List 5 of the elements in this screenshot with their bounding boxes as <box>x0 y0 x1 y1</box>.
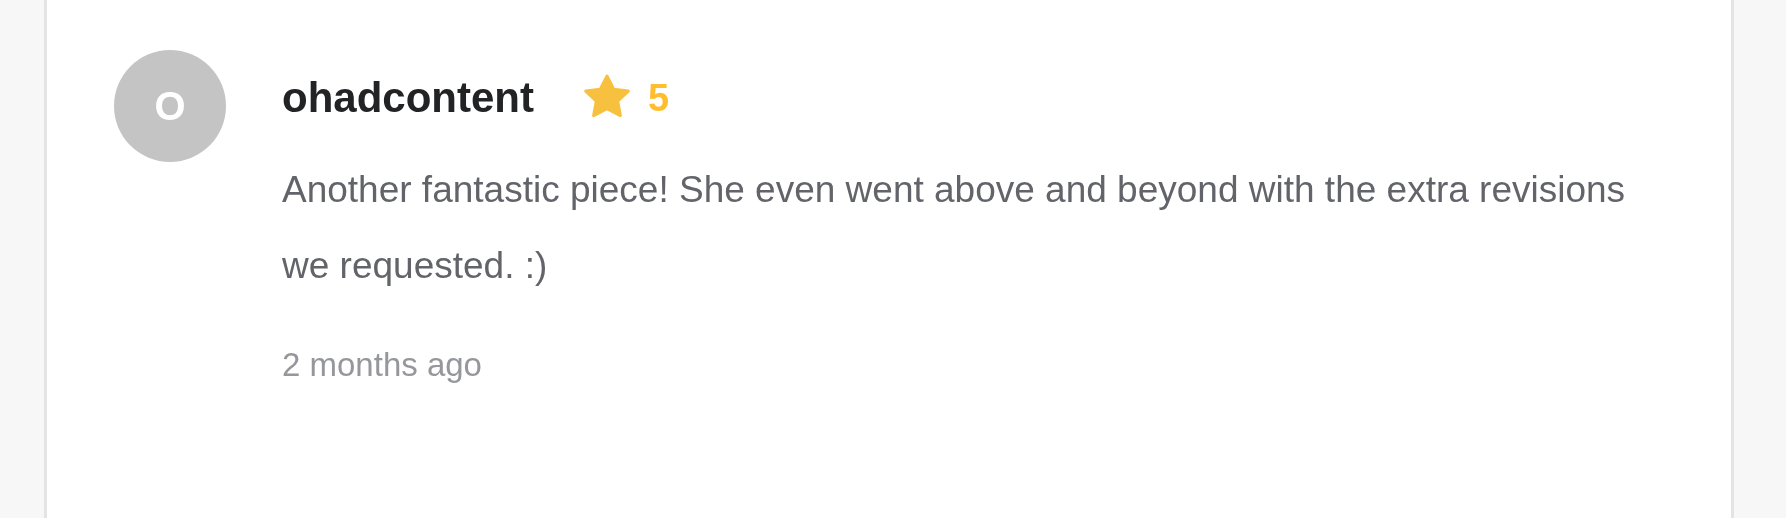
review-time: 2 months ago <box>282 345 483 385</box>
avatar: O <box>114 50 226 162</box>
rating-value: 5 <box>648 79 670 117</box>
review-text: Another fantastic piece! She even went above and beyond with the extra revisions we requested. :) <box>282 168 1627 288</box>
username: ohadcontent <box>282 77 534 119</box>
